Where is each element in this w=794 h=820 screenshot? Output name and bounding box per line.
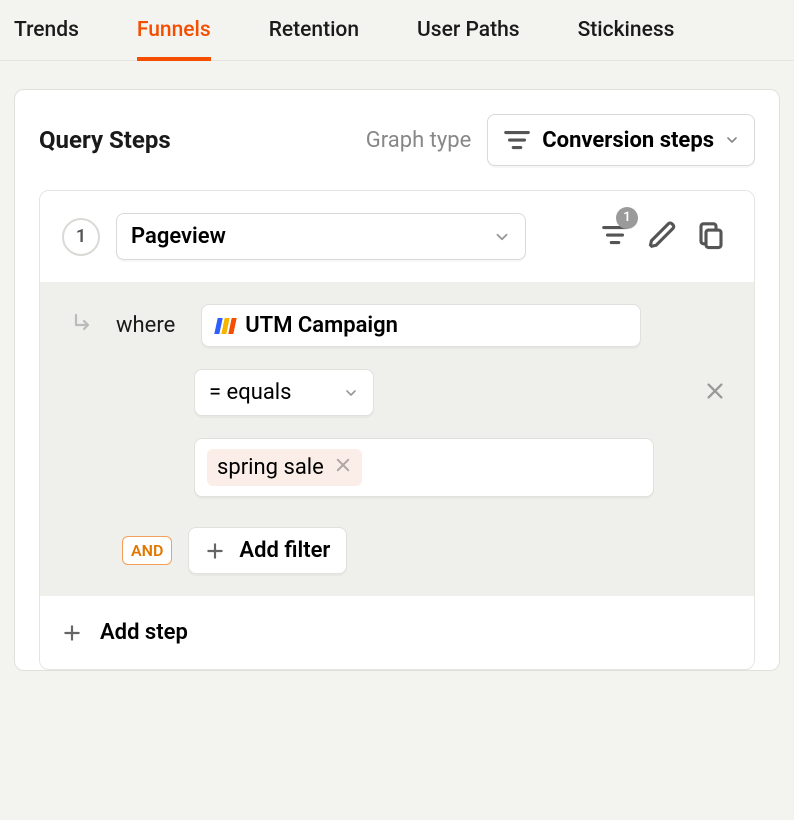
filter-count-badge: 1 bbox=[616, 207, 638, 229]
copy-icon bbox=[696, 220, 726, 250]
step-row-1: 1 Pageview 1 bbox=[40, 191, 754, 282]
duplicate-button[interactable] bbox=[696, 220, 726, 254]
add-filter-button[interactable]: Add filter bbox=[188, 527, 347, 574]
header-right: Graph type Conversion steps bbox=[366, 114, 755, 166]
filter-area: where UTM Campaign = equals bbox=[40, 282, 754, 596]
steps-container: 1 Pageview 1 bbox=[39, 190, 755, 670]
step-actions: 1 bbox=[600, 220, 726, 254]
remove-filter-button[interactable] bbox=[704, 380, 726, 406]
chevron-down-icon bbox=[724, 132, 740, 148]
property-name: UTM Campaign bbox=[245, 313, 398, 338]
card-title: Query Steps bbox=[39, 126, 171, 154]
add-filter-row: AND Add filter bbox=[72, 527, 732, 574]
property-select[interactable]: UTM Campaign bbox=[201, 304, 641, 347]
filter-value-text: spring sale bbox=[217, 455, 324, 480]
pencil-icon bbox=[648, 220, 678, 250]
tab-user-paths[interactable]: User Paths bbox=[417, 10, 520, 60]
add-step-button[interactable]: Add step bbox=[40, 596, 754, 669]
filter-value-chip: spring sale bbox=[207, 449, 362, 486]
tabs-bar: Trends Funnels Retention User Paths Stic… bbox=[0, 0, 794, 61]
where-label: where bbox=[116, 313, 175, 338]
filter-value-input[interactable]: spring sale bbox=[194, 438, 654, 497]
event-name: Pageview bbox=[131, 224, 226, 249]
where-row: where UTM Campaign bbox=[72, 304, 732, 347]
value-row: spring sale bbox=[72, 438, 732, 497]
rename-button[interactable] bbox=[648, 220, 678, 254]
remove-chip-button[interactable] bbox=[334, 455, 352, 480]
graph-type-value: Conversion steps bbox=[542, 128, 714, 153]
conversion-steps-icon bbox=[502, 125, 532, 155]
chevron-down-icon bbox=[343, 385, 359, 401]
tab-funnels[interactable]: Funnels bbox=[137, 10, 211, 60]
card-header: Query Steps Graph type Conversion steps bbox=[39, 114, 755, 166]
tab-stickiness[interactable]: Stickiness bbox=[578, 10, 675, 60]
tab-retention[interactable]: Retention bbox=[269, 10, 359, 60]
close-icon bbox=[704, 380, 726, 402]
operator-select[interactable]: = equals bbox=[194, 369, 374, 416]
and-badge: AND bbox=[122, 536, 172, 565]
step-number-badge: 1 bbox=[62, 218, 100, 256]
tab-trends[interactable]: Trends bbox=[14, 10, 79, 60]
add-step-label: Add step bbox=[100, 620, 188, 645]
event-select[interactable]: Pageview bbox=[116, 213, 526, 260]
graph-type-select[interactable]: Conversion steps bbox=[487, 114, 755, 166]
plus-icon bbox=[62, 623, 82, 643]
operator-value: = equals bbox=[209, 380, 292, 405]
filter-button[interactable]: 1 bbox=[600, 220, 630, 254]
query-steps-card: Query Steps Graph type Conversion steps … bbox=[14, 89, 780, 671]
add-filter-label: Add filter bbox=[239, 538, 330, 563]
property-type-icon bbox=[216, 318, 235, 334]
graph-type-label: Graph type bbox=[366, 128, 472, 153]
chevron-down-icon bbox=[493, 228, 511, 246]
operator-row: = equals bbox=[72, 369, 732, 416]
close-icon bbox=[334, 456, 352, 474]
subfilter-arrow-icon bbox=[72, 311, 96, 341]
plus-icon bbox=[205, 541, 225, 561]
